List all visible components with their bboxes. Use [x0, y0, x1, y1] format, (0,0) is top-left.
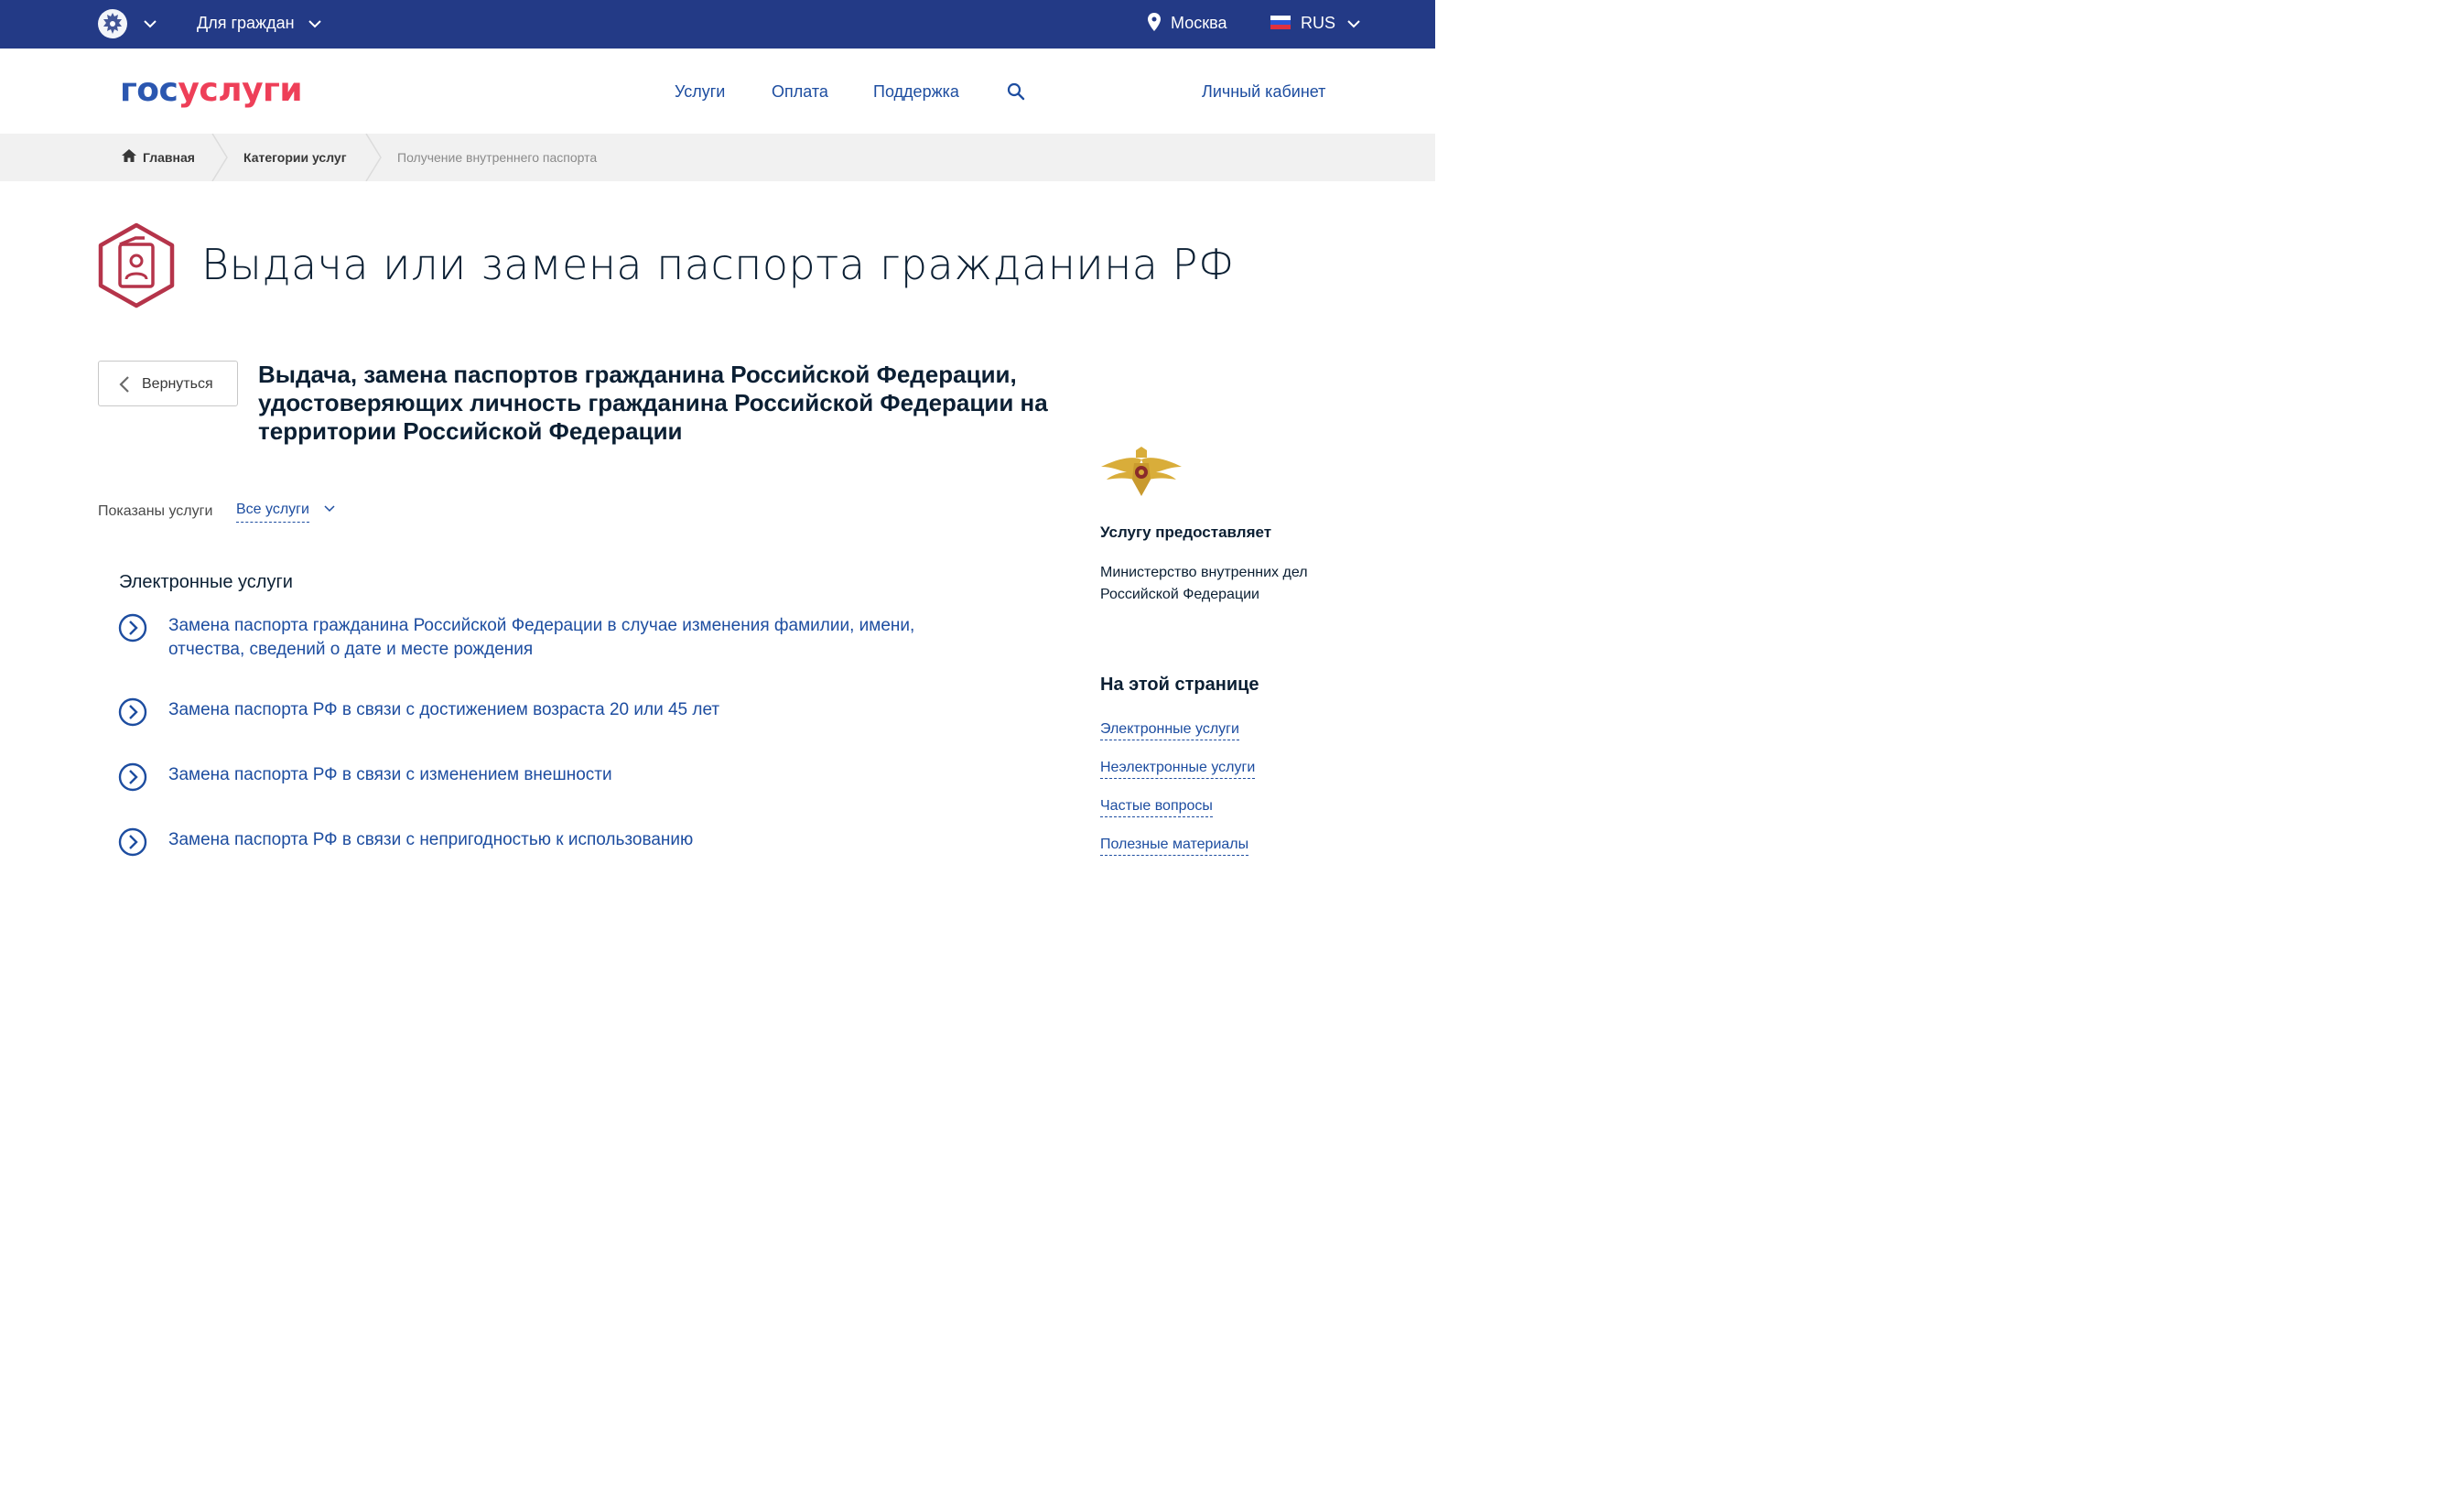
- search-icon[interactable]: [1007, 82, 1025, 101]
- breadcrumb: Главная Категории услуг Получение внутре…: [0, 134, 1435, 181]
- page-title: Выдача или замена паспорта гражданина РФ: [201, 240, 1235, 289]
- main-header: госуслуги Услуги Оплата Поддержка Личный…: [0, 49, 1435, 134]
- chevron-down-icon[interactable]: [144, 19, 157, 28]
- personal-account-link[interactable]: Личный кабинет: [1202, 81, 1325, 102]
- breadcrumb-categories[interactable]: Категории услуг: [243, 149, 347, 166]
- nav-support[interactable]: Поддержка: [873, 81, 959, 102]
- chevron-circle-icon[interactable]: [118, 697, 147, 727]
- back-button-label: Вернуться: [142, 376, 213, 392]
- chevron-down-icon[interactable]: [308, 19, 321, 28]
- anchor-link-materials[interactable]: Полезные материалы: [1100, 836, 1249, 856]
- nav-services[interactable]: Услуги: [675, 81, 725, 102]
- city-selector[interactable]: Москва: [1171, 13, 1227, 33]
- breadcrumb-home[interactable]: Главная: [143, 149, 195, 166]
- chevron-left-icon: [119, 376, 129, 393]
- anchor-link-electronic[interactable]: Электронные услуги: [1100, 720, 1239, 740]
- breadcrumb-current: Получение внутреннего паспорта: [397, 150, 598, 165]
- provider-label: Услугу предоставляет: [1100, 524, 1272, 541]
- mvd-emblem-icon: [1101, 447, 1182, 496]
- back-button[interactable]: Вернуться: [98, 361, 238, 406]
- breadcrumb-separator: [211, 134, 228, 181]
- coat-of-arms-icon[interactable]: [97, 8, 128, 39]
- anchor-link-non-electronic[interactable]: Неэлектронные услуги: [1100, 759, 1256, 779]
- service-link[interactable]: Замена паспорта РФ в связи с достижением…: [168, 698, 974, 722]
- section-title-electronic: Электронные услуги: [119, 572, 293, 592]
- chevron-circle-icon[interactable]: [118, 762, 147, 792]
- provider-name: Министерство внутренних дел Российской Ф…: [1100, 565, 1308, 602]
- service-heading: Выдача, замена паспортов гражданина Росс…: [258, 361, 1048, 445]
- chevron-down-icon[interactable]: [1347, 19, 1360, 28]
- gosuslugi-logo[interactable]: госуслуги: [120, 72, 303, 109]
- language-selector[interactable]: RUS: [1301, 13, 1335, 33]
- chevron-circle-icon[interactable]: [118, 827, 147, 857]
- shown-services-label: Показаны услуги: [98, 503, 213, 519]
- russia-flag-icon[interactable]: [1270, 16, 1291, 29]
- chevron-down-icon[interactable]: [324, 505, 335, 513]
- service-link[interactable]: Замена паспорта РФ в связи с непригоднос…: [168, 828, 974, 852]
- anchor-link-faq[interactable]: Частые вопросы: [1100, 797, 1213, 817]
- service-link[interactable]: Замена паспорта РФ в связи с изменением …: [168, 763, 974, 787]
- services-filter-dropdown[interactable]: Все услуги: [236, 501, 309, 523]
- home-icon[interactable]: [122, 149, 136, 162]
- breadcrumb-separator: [365, 134, 382, 181]
- audience-selector[interactable]: Для граждан: [197, 13, 295, 33]
- on-this-page-title: На этой странице: [1100, 675, 1259, 695]
- passport-icon: [98, 222, 175, 308]
- service-link[interactable]: Замена паспорта гражданина Российской Фе…: [168, 614, 974, 662]
- nav-payment[interactable]: Оплата: [772, 81, 828, 102]
- chevron-circle-icon[interactable]: [118, 613, 147, 643]
- top-bar: Для граждан Москва RUS: [0, 0, 1435, 49]
- location-pin-icon[interactable]: [1148, 13, 1161, 31]
